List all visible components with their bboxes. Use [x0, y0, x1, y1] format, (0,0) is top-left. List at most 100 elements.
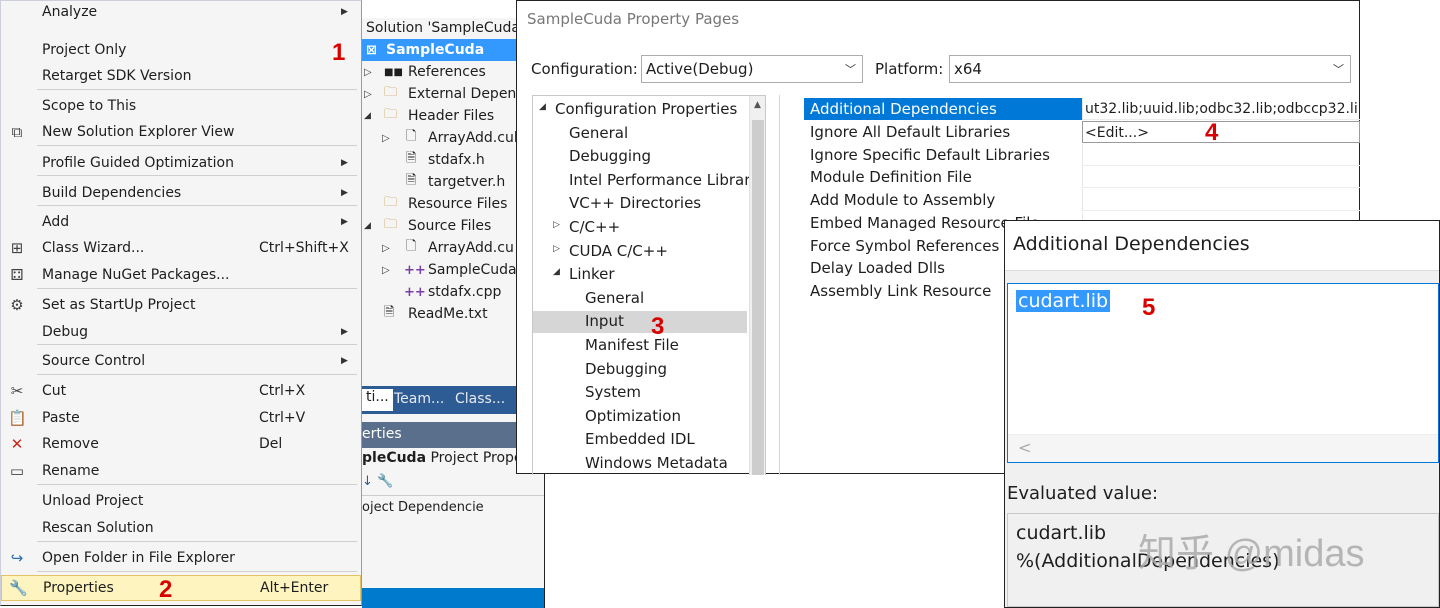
menu-item-class-wizard[interactable]: ⊞ Class Wizard... Ctrl+Shift+X	[1, 235, 361, 261]
file-icon: 🗋	[406, 239, 417, 254]
project-label: SampleCuda	[386, 42, 485, 58]
wrench-icon[interactable]: 🔧	[377, 474, 393, 489]
collapse-icon[interactable]: ◢	[553, 267, 560, 277]
tree-node-general[interactable]: General	[533, 123, 747, 145]
menu-item-scope-to-this[interactable]: Scope to This	[1, 93, 361, 119]
scroll-up-icon[interactable]: ▲	[754, 100, 761, 110]
menu-item-rescan-solution[interactable]: Rescan Solution	[1, 515, 361, 541]
menu-item-label: Properties	[43, 580, 114, 596]
menu-item-set-as-startup-project[interactable]: ⚙ Set as StartUp Project	[1, 292, 361, 318]
watermark: 知乎 @midas	[1138, 533, 1365, 575]
menu-item-cut[interactable]: ✂ Cut Ctrl+X	[1, 378, 361, 404]
tree-node-intel-performance-libraries[interactable]: Intel Performance Libraries	[533, 170, 765, 192]
property-row-ignore-specific-default-libraries[interactable]: Ignore Specific Default Libraries	[804, 144, 1360, 166]
tree-node-linker[interactable]: ◢ Linker	[533, 264, 747, 286]
tree-node-system[interactable]: System	[533, 382, 747, 404]
sort-icon[interactable]: ↓	[362, 474, 373, 489]
collapse-icon[interactable]: ◢	[364, 221, 371, 231]
menu-item-paste[interactable]: 📋 Paste Ctrl+V	[1, 405, 361, 431]
menu-item-retarget-sdk-version[interactable]: Retarget SDK Version	[1, 63, 361, 89]
menu-item-unload-project[interactable]: Unload Project	[1, 488, 361, 514]
property-row-ignore-all-default-libraries[interactable]: Ignore All Default Libraries <Edit...>	[804, 121, 1360, 143]
tree-node-debugging[interactable]: Debugging	[533, 146, 747, 168]
tree-node-configuration-properties[interactable]: ◢ Configuration Properties	[533, 99, 747, 121]
dependencies-textarea[interactable]: cudart.lib 5 <	[1007, 283, 1439, 463]
tree-node-manifest-file[interactable]: Manifest File	[533, 335, 747, 357]
menu-item-shortcut: Del	[259, 436, 283, 452]
menu-item-project-only[interactable]: Project Only	[1, 37, 361, 63]
step-marker-5: 5	[1142, 294, 1156, 321]
tree-node-input[interactable]: Input	[533, 311, 747, 334]
cpp-file-icon: ++	[404, 284, 426, 300]
tab-solution-explorer[interactable]: ti...	[362, 389, 393, 411]
menu-item-source-control[interactable]: Source Control ▶	[1, 348, 361, 374]
tree-node-label: Optimization	[585, 406, 681, 425]
tree-node-windows-metadata[interactable]: Windows Metadata	[533, 453, 747, 475]
property-tree: ◢ Configuration Properties General Debuggin…	[532, 95, 766, 475]
expand-icon[interactable]: ▷	[364, 67, 372, 78]
horizontal-scrollbar[interactable]: <	[1008, 434, 1438, 462]
tab-class-view[interactable]: Class...	[455, 391, 505, 407]
menu-item-build-dependencies[interactable]: Build Dependencies ▶	[1, 180, 361, 206]
tree-node-label: Input	[585, 312, 624, 331]
collapse-icon[interactable]: ◢	[364, 111, 371, 121]
tree-node-general[interactable]: General	[533, 288, 747, 310]
property-value[interactable]	[1082, 189, 1360, 211]
submenu-arrow-icon: ▶	[341, 356, 348, 366]
scroll-left-icon[interactable]: <	[1018, 438, 1031, 457]
menu-item-open-folder-in-file-explorer[interactable]: ↪ Open Folder in File Explorer	[1, 545, 361, 571]
tree-node-embedded-idl[interactable]: Embedded IDL	[533, 429, 747, 451]
tree-node-c-c-[interactable]: ▷ C/C++	[533, 217, 747, 239]
menu-item-label: Rescan Solution	[42, 520, 154, 536]
expand-icon[interactable]: ▷	[382, 265, 390, 276]
selected-entry[interactable]: cudart.lib	[1016, 290, 1111, 312]
expand-icon[interactable]: ▷	[382, 243, 390, 254]
expand-icon[interactable]: ▷	[382, 133, 390, 144]
menu-item-new-solution-explorer-view[interactable]: ⧉ New Solution Explorer View	[1, 119, 361, 145]
property-value[interactable]	[1082, 166, 1360, 188]
tree-node-cuda-c-c-[interactable]: ▷ CUDA C/C++	[533, 241, 747, 263]
scrollbar-thumb[interactable]	[752, 120, 764, 475]
tree-label: SampleCuda.c	[428, 262, 529, 278]
menu-separator	[37, 571, 357, 572]
tree-node-label: VC++ Directories	[569, 194, 702, 213]
class-wizard-icon: ⊞	[10, 239, 24, 257]
tree-node-optimization[interactable]: Optimization	[533, 406, 747, 428]
menu-item-label: New Solution Explorer View	[42, 124, 235, 140]
menu-item-label: Rename	[42, 463, 100, 479]
configuration-select[interactable]: Active(Debug) ﹀	[641, 55, 863, 83]
tab-team-explorer[interactable]: Team...	[394, 391, 444, 407]
menu-item-add[interactable]: Add ▶	[1, 209, 361, 235]
expand-icon[interactable]: ▷	[364, 89, 372, 100]
tree-scrollbar[interactable]: ▲	[749, 96, 765, 475]
menu-item-shortcut: Ctrl+V	[259, 410, 306, 426]
expand-icon[interactable]: ▷	[553, 244, 560, 254]
properties-row[interactable]: oject Dependencie	[362, 500, 484, 514]
menu-item-remove[interactable]: ✕ Remove Del	[1, 431, 361, 457]
menu-item-debug[interactable]: Debug ▶	[1, 319, 361, 345]
tree-label: References	[408, 64, 486, 80]
menu-item-properties[interactable]: 🔧 Properties Alt+Enter	[1, 575, 361, 601]
property-row-module-definition-file[interactable]: Module Definition File	[804, 166, 1360, 188]
tree-node-label: Windows Metadata	[585, 454, 728, 472]
property-value[interactable]: ut32.lib;uuid.lib;odbc32.lib;odbccp32.li…	[1082, 98, 1360, 120]
tree-label: ArrayAdd.cu	[428, 240, 514, 256]
tree-node-vc-directories[interactable]: VC++ Directories	[533, 193, 747, 215]
property-row-add-module-to-assembly[interactable]: Add Module to Assembly	[804, 189, 1360, 211]
platform-select[interactable]: x64 ﹀	[949, 55, 1351, 83]
edit-dropdown-option[interactable]: <Edit...>	[1082, 121, 1360, 143]
property-row-additional-dependencies[interactable]: Additional Dependencies ut32.lib;uuid.lib…	[804, 98, 1360, 120]
menu-item-manage-nuget-packages[interactable]: ⚃ Manage NuGet Packages...	[1, 262, 361, 288]
folder-icon: 🗀	[384, 107, 398, 122]
open-folder-in-file-explorer-icon: ↪	[10, 549, 24, 567]
tree-node-label: CUDA C/C++	[569, 241, 668, 260]
property-value[interactable]	[1082, 144, 1360, 166]
menu-item-analyze[interactable]: Analyze ▶	[1, 0, 361, 25]
menu-item-rename[interactable]: ▭ Rename	[1, 458, 361, 484]
menu-item-profile-guided-optimization[interactable]: Profile Guided Optimization ▶	[1, 150, 361, 176]
menu-separator	[37, 205, 357, 206]
properties-pane-title: erties	[362, 426, 402, 442]
expand-icon[interactable]: ▷	[553, 220, 560, 230]
collapse-icon[interactable]: ◢	[539, 102, 546, 112]
tree-node-debugging[interactable]: Debugging	[533, 359, 747, 381]
